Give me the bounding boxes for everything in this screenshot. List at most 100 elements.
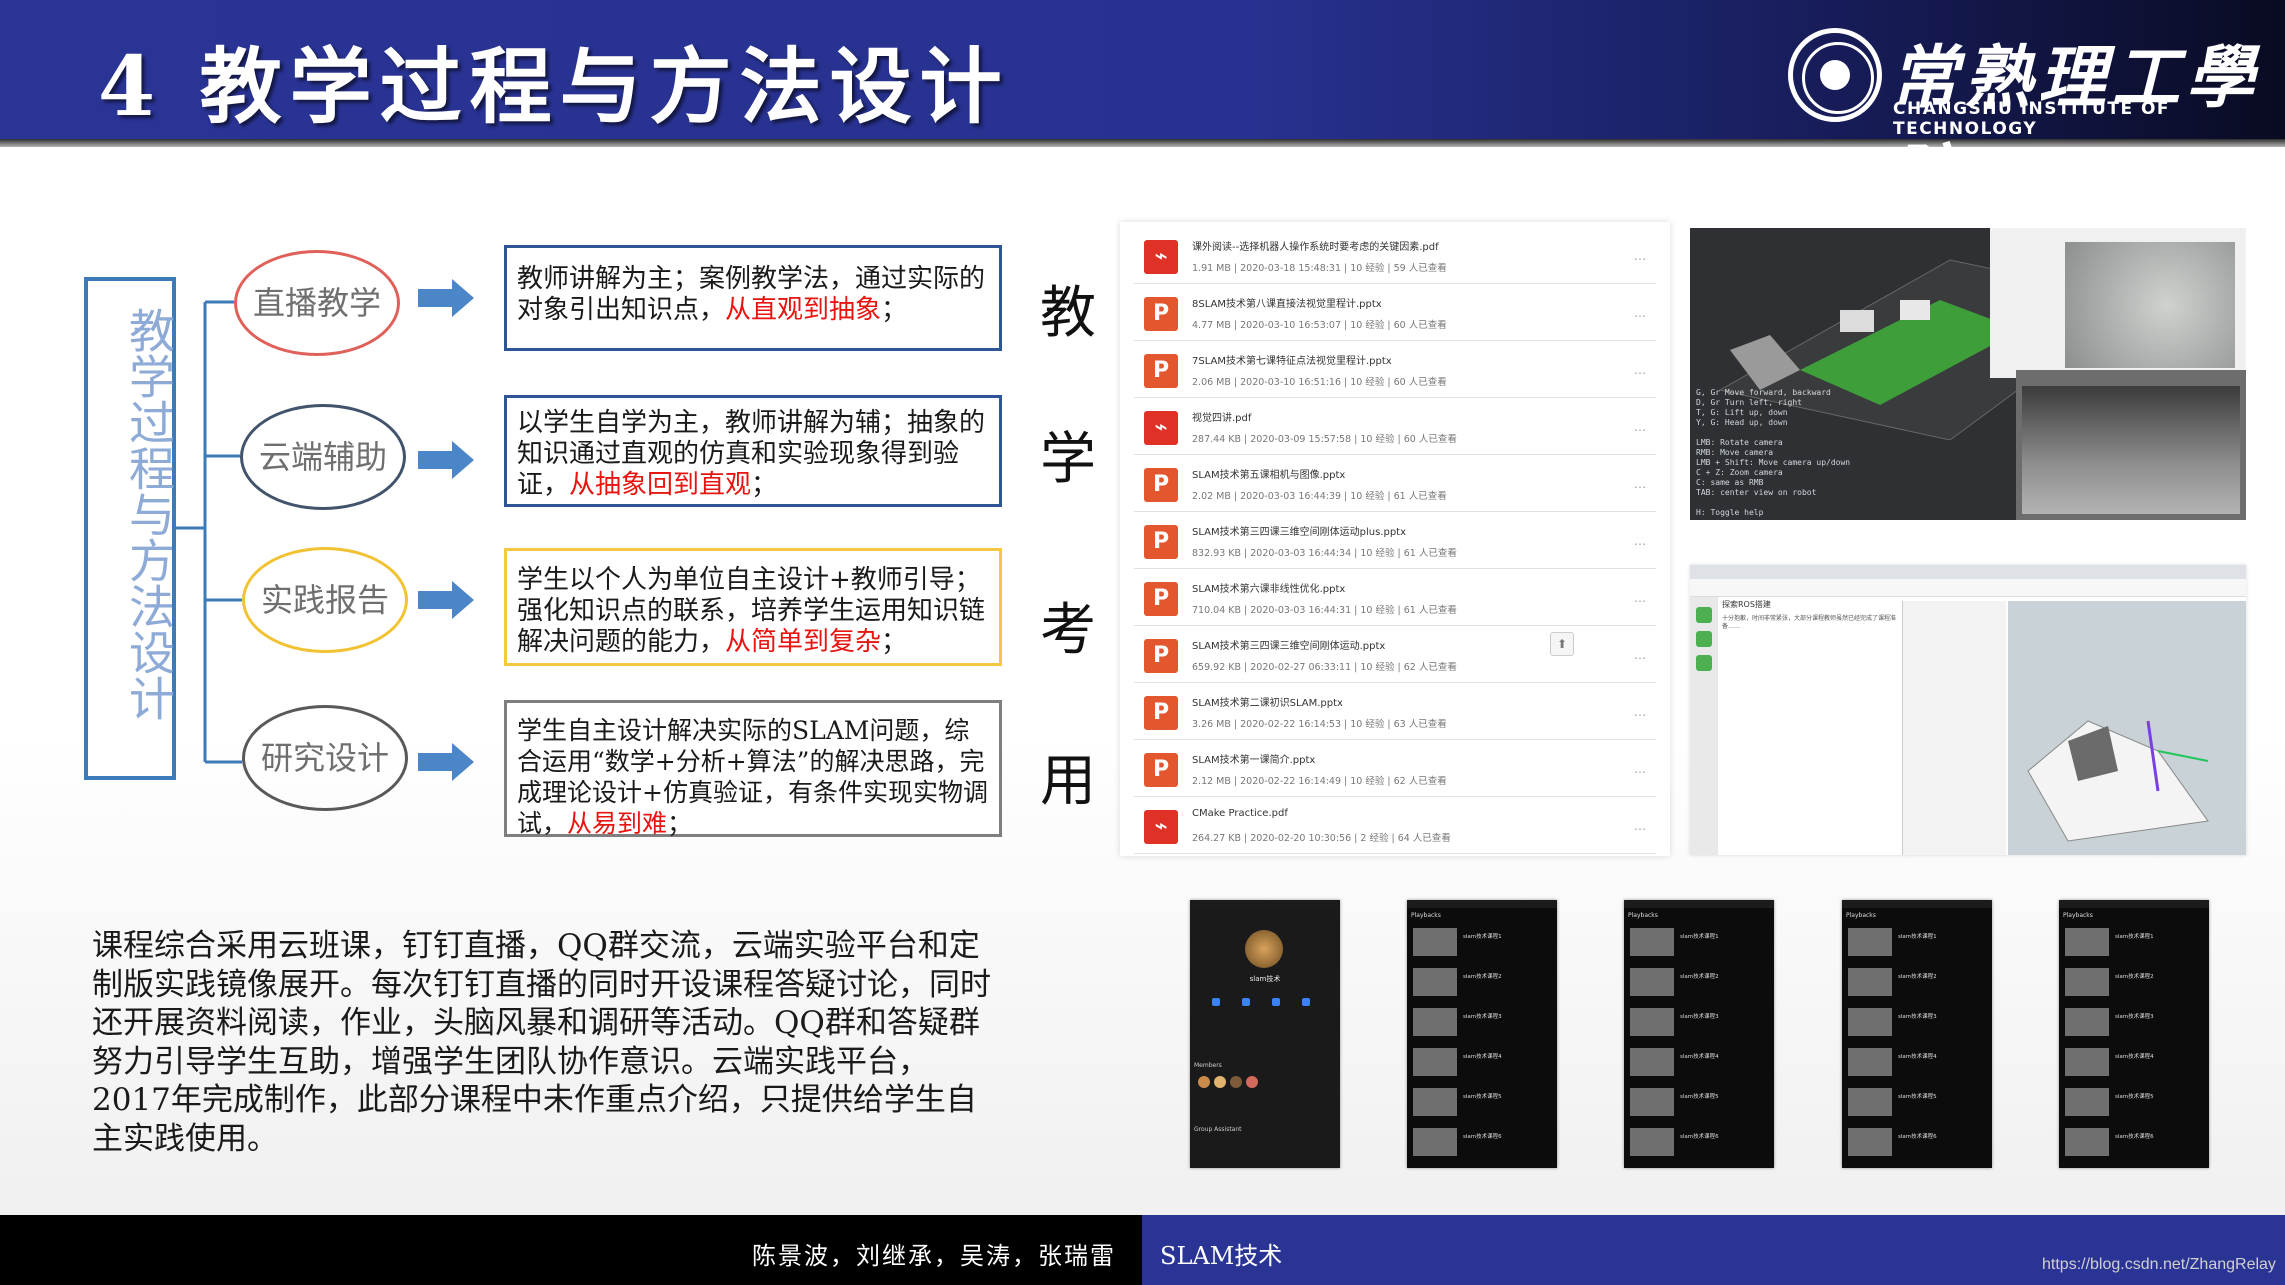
powerpoint-icon: P [1144, 753, 1178, 787]
file-row[interactable]: P SLAM技术第三四课三维空间刚体运动.pptx 659.92 KB | 2020… [1134, 627, 1656, 683]
playback-row[interactable]: slam技术课程1 [1848, 928, 1986, 958]
more-options-icon[interactable]: ⋯ [1634, 708, 1646, 722]
playback-row[interactable]: slam技术课程6 [1630, 1128, 1768, 1158]
browser-tab-bar [1690, 565, 2246, 579]
file-name[interactable]: SLAM技术第三四课三维空间刚体运动plus.pptx [1192, 523, 1406, 538]
more-options-icon[interactable]: ⋯ [1634, 594, 1646, 608]
member-avatar[interactable] [1214, 1076, 1226, 1088]
file-name[interactable]: SLAM技术第二课初识SLAM.pptx [1192, 694, 1343, 709]
playback-title: slam技术课程4 [2115, 1054, 2154, 1060]
description-box: 学生以个人为单位自主设计+教师引导；强化知识点的联系，培养学生运用知识链解决问题… [504, 548, 1002, 666]
playback-row[interactable]: slam技术课程2 [1630, 968, 1768, 998]
vertical-label-char: 用 [1040, 749, 1096, 814]
more-options-icon[interactable]: ⋯ [1634, 309, 1646, 323]
file-name[interactable]: 视觉四讲.pdf [1192, 409, 1251, 424]
playback-row[interactable]: slam技术课程6 [1848, 1128, 1986, 1158]
playback-row[interactable]: slam技术课程3 [1413, 1008, 1551, 1038]
file-name[interactable]: 7SLAM技术第七课特征点法视觉里程计.pptx [1192, 352, 1392, 367]
playback-row[interactable]: slam技术课程5 [1630, 1088, 1768, 1118]
more-options-icon[interactable]: ⋯ [1634, 366, 1646, 380]
playback-row[interactable]: slam技术课程5 [1848, 1088, 1986, 1118]
file-row[interactable]: ⌁ 视觉四讲.pdf 287.44 KB | 2020-03-09 15:57:58… [1134, 399, 1656, 455]
playback-title: slam技术课程5 [1680, 1094, 1719, 1100]
sidebar-app-icon[interactable] [1696, 655, 1712, 671]
playback-title: slam技术课程1 [2115, 934, 2154, 940]
file-name[interactable]: SLAM技术第六课非线性优化.pptx [1192, 580, 1345, 595]
course-summary-paragraph: 课程综合采用云班课，钉钉直播，QQ群交流，云端实验平台和定制版实践镜像展开。每次… [92, 928, 991, 1157]
link-icon[interactable] [1302, 998, 1310, 1006]
school-logo-english: CHANGSHU INSTITUTE OF TECHNOLOGY [1893, 99, 2171, 139]
playback-title: slam技术课程2 [1463, 974, 1502, 980]
pdf-icon: ⌁ [1144, 240, 1178, 274]
member-avatar[interactable] [1246, 1076, 1258, 1088]
playbacks-title: Playbacks [1846, 912, 1876, 919]
rviz-map [2027, 720, 2209, 842]
photo-icon[interactable] [1242, 998, 1250, 1006]
sidebar-app-icon[interactable] [1696, 631, 1712, 647]
playback-row[interactable]: slam技术课程1 [2065, 928, 2203, 958]
more-options-icon[interactable]: ⋯ [1634, 822, 1646, 836]
file-row[interactable]: P 8SLAM技术第八课直接法视觉里程计.pptx 4.77 MB | 2020-0… [1134, 285, 1656, 341]
playback-row[interactable]: slam技术课程5 [1413, 1088, 1551, 1118]
pdf-icon: ⌁ [1144, 411, 1178, 445]
playback-row[interactable]: slam技术课程4 [1413, 1048, 1551, 1078]
member-avatar[interactable] [1198, 1076, 1210, 1088]
vertical-title-box: 教学过程与方法设计 [84, 277, 176, 780]
file-row[interactable]: P SLAM技术第三四课三维空间刚体运动plus.pptx 832.93 KB | … [1134, 513, 1656, 569]
lesson-heading: 探索ROS搭建 [1722, 600, 1771, 609]
file-row[interactable]: P SLAM技术第五课相机与图像.pptx 2.02 MB | 2020-03-03… [1134, 456, 1656, 512]
more-options-icon[interactable]: ⋯ [1634, 423, 1646, 437]
more-options-icon[interactable]: ⋯ [1634, 252, 1646, 266]
playback-row[interactable]: slam技术课程1 [1413, 928, 1551, 958]
playback-row[interactable]: slam技术课程6 [2065, 1128, 2203, 1158]
member-avatar[interactable] [1230, 1076, 1242, 1088]
camera-image [2065, 242, 2235, 368]
playback-row[interactable]: slam技术课程4 [1630, 1048, 1768, 1078]
playback-row[interactable]: slam技术课程2 [1413, 968, 1551, 998]
playback-row[interactable]: slam技术课程5 [2065, 1088, 2203, 1118]
file-row[interactable]: ⌁ CMake Practice.pdf 264.27 KB | 2020-02-2… [1134, 798, 1656, 854]
file-name[interactable]: SLAM技术第五课相机与图像.pptx [1192, 466, 1345, 481]
rviz-displays-panel [1902, 601, 2006, 855]
more-options-icon[interactable]: ⋯ [1634, 480, 1646, 494]
playback-thumbnail [1848, 1048, 1892, 1076]
playback-row[interactable]: slam技术课程1 [1630, 928, 1768, 958]
scroll-to-top-button[interactable]: ⬆ [1550, 632, 1574, 656]
file-row[interactable]: ⌁ 课外阅读--选择机器人操作系统时要考虑的关键因素.pdf 1.91 MB | 2… [1134, 228, 1656, 284]
file-icon[interactable] [1272, 998, 1280, 1006]
playback-row[interactable]: slam技术课程4 [1848, 1048, 1986, 1078]
playback-thumbnail [1848, 1008, 1892, 1036]
more-options-icon[interactable]: ⋯ [1634, 537, 1646, 551]
file-name[interactable]: CMake Practice.pdf [1192, 808, 1288, 819]
file-row[interactable]: P SLAM技术第六课非线性优化.pptx 710.04 KB | 2020-03-… [1134, 570, 1656, 626]
playback-thumbnail [1848, 968, 1892, 996]
playback-thumbnail [2065, 1128, 2109, 1156]
playback-title: slam技术课程3 [1463, 1014, 1502, 1020]
more-options-icon[interactable]: ⋯ [1634, 651, 1646, 665]
playback-row[interactable]: slam技术课程3 [1848, 1008, 1986, 1038]
playback-row[interactable]: slam技术课程2 [2065, 968, 2203, 998]
file-row[interactable]: P SLAM技术第一课简介.pptx 2.12 MB | 2020-02-22 16… [1134, 741, 1656, 797]
more-options-icon[interactable]: ⋯ [1634, 765, 1646, 779]
file-name[interactable]: 8SLAM技术第八课直接法视觉里程计.pptx [1192, 295, 1382, 310]
playback-row[interactable]: slam技术课程3 [2065, 1008, 2203, 1038]
description-highlight: 从抽象回到直观 [569, 470, 752, 500]
file-row[interactable]: P SLAM技术第二课初识SLAM.pptx 3.26 MB | 2020-02-2… [1134, 684, 1656, 740]
phone-screenshot-playbacks: Playbacks slam技术课程1 slam技术课程2 slam技术课程3 slam… [1407, 900, 1557, 1168]
description-tail: ； [881, 295, 908, 325]
file-name[interactable]: SLAM技术第三四课三维空间刚体运动.pptx [1192, 637, 1385, 652]
playback-thumbnail [1413, 1048, 1457, 1076]
playback-row[interactable]: slam技术课程2 [1848, 968, 1986, 998]
file-meta: 710.04 KB | 2020-03-03 16:44:31 | 10 经验 … [1192, 605, 1457, 616]
footer-url[interactable]: https://blog.csdn.net/ZhangRelay [2042, 1256, 2276, 1274]
file-row[interactable]: P 7SLAM技术第七课特征点法视觉里程计.pptx 2.06 MB | 2020-… [1134, 342, 1656, 398]
file-name[interactable]: SLAM技术第一课简介.pptx [1192, 751, 1315, 766]
file-name[interactable]: 课外阅读--选择机器人操作系统时要考虑的关键因素.pdf [1192, 238, 1439, 253]
playback-row[interactable]: slam技术课程6 [1413, 1128, 1551, 1158]
footer-accent-bar [1142, 1215, 2285, 1285]
playback-row[interactable]: slam技术课程4 [2065, 1048, 2203, 1078]
sidebar-app-icon[interactable] [1696, 607, 1712, 623]
notice-icon[interactable] [1212, 998, 1220, 1006]
playback-row[interactable]: slam技术课程3 [1630, 1008, 1768, 1038]
playback-thumbnail [2065, 928, 2109, 956]
